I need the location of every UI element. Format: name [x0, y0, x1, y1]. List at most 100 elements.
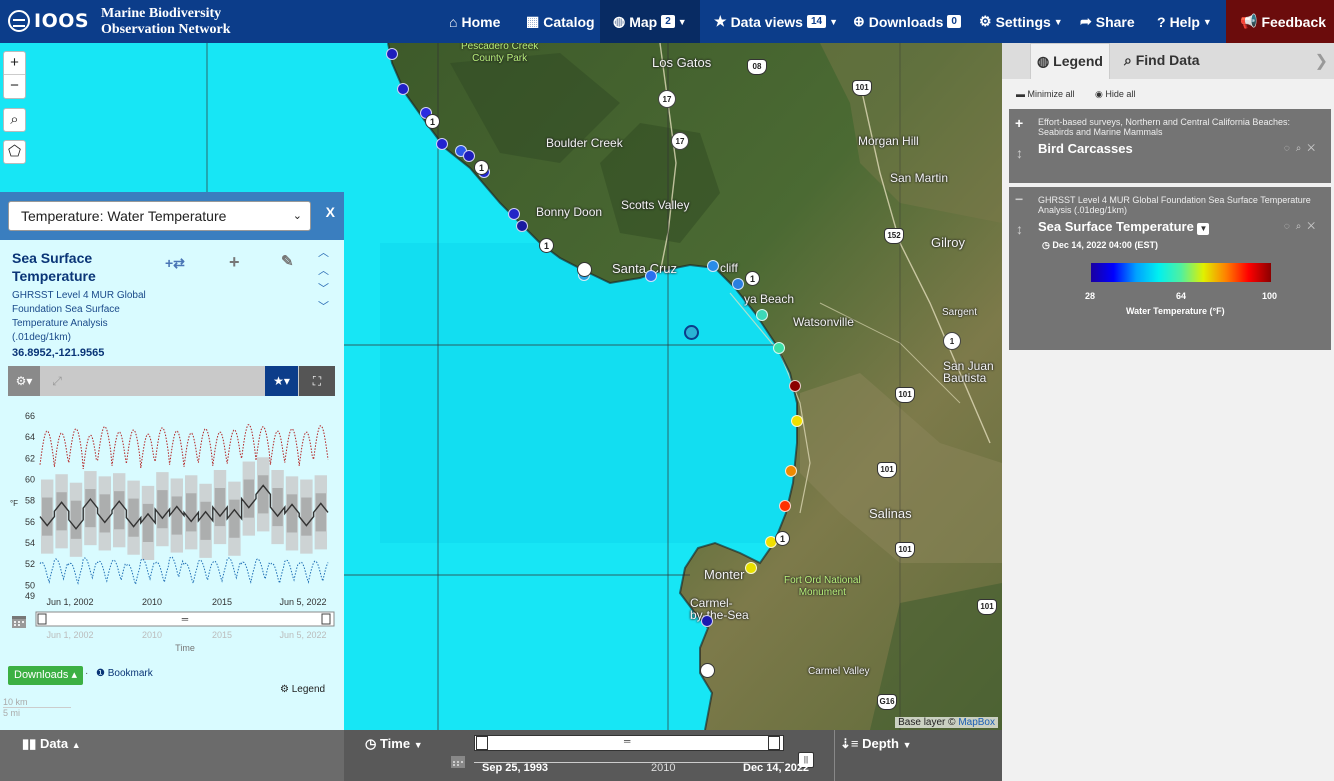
bottom-bar: ▮▮ Data ▲ ◷ Time ▼ || || ═ || Sep 25, 19… — [0, 730, 1002, 781]
expand-button[interactable]: ⤢ — [40, 366, 74, 396]
chevron-down-icon[interactable]: ﹀ — [318, 298, 329, 316]
nav-data-views-badge: 14 — [806, 15, 827, 28]
interquartile-band — [286, 494, 298, 533]
station-dot[interactable] — [397, 83, 409, 95]
chevron-up-icon[interactable]: ︿ — [318, 244, 329, 262]
move-icon[interactable]: ↕ — [1016, 221, 1023, 237]
shuffle-icon: +⇄ — [165, 255, 185, 271]
minimize-all-button[interactable]: ▬ Minimize all — [1016, 89, 1075, 99]
y-tick-label: 49 — [25, 591, 35, 601]
range-start-handle[interactable] — [37, 613, 47, 625]
chevron-down-icon[interactable]: ﹀ — [318, 280, 329, 298]
station-dot[interactable] — [508, 208, 520, 220]
shuffle-button[interactable]: +⇄ — [165, 252, 185, 273]
variable-select[interactable]: Temperature: Water Temperature ⌄ — [8, 201, 311, 231]
cluster-marker[interactable] — [700, 663, 715, 678]
zoom-layer-icon[interactable]: ⌕ — [1296, 143, 1308, 154]
time-start-handle[interactable]: || — [476, 736, 488, 750]
ioos-logo[interactable]: IOOS — [8, 9, 89, 33]
calendar-icon[interactable] — [11, 613, 27, 629]
cluster-marker[interactable]: 1 — [539, 238, 554, 253]
label-san-juan-bautista: San Juan Bautista — [943, 359, 994, 385]
depth-dropdown[interactable]: ⇣≡ Depth ▼ — [840, 736, 912, 752]
close-panel-button[interactable]: X — [326, 204, 335, 220]
nav-settings[interactable]: ⚙ Settings ▼ — [979, 0, 1063, 43]
station-dot[interactable] — [791, 415, 803, 427]
nav-share[interactable]: ➦ Share — [1080, 0, 1135, 43]
station-dot[interactable] — [779, 500, 791, 512]
collapse-layer-button[interactable]: − — [1015, 191, 1023, 207]
chevron-down-icon: ▼ — [902, 740, 912, 750]
station-dot[interactable] — [732, 278, 744, 290]
nav-data-views[interactable]: ★ Data views 14 ▼ — [714, 0, 838, 43]
cluster-marker[interactable]: 1 — [425, 114, 440, 129]
station-dot[interactable] — [516, 220, 528, 232]
label-capitola: cliff — [720, 261, 738, 275]
cluster-marker[interactable]: 1 — [474, 160, 489, 175]
time-end-handle[interactable]: || — [768, 736, 780, 750]
layer-filter-button[interactable]: ⬠ — [3, 140, 26, 164]
selected-point-marker[interactable] — [684, 325, 699, 340]
mapbox-link[interactable]: MapBox — [958, 717, 995, 728]
data-tab-label: Data — [39, 736, 69, 751]
station-dot[interactable] — [756, 309, 768, 321]
close-layer-icon[interactable]: ✕ — [1307, 221, 1321, 232]
zoom-out-button[interactable]: − — [4, 75, 25, 97]
time-start-label: Sep 25, 1993 — [482, 762, 549, 774]
station-dot[interactable] — [701, 615, 713, 627]
cluster-marker[interactable] — [577, 262, 592, 277]
eye-icon[interactable]: ◌ — [1284, 143, 1296, 154]
station-dot[interactable] — [707, 260, 719, 272]
station-dot[interactable] — [785, 465, 797, 477]
label-carmel-valley: Carmel Valley — [808, 666, 870, 677]
station-dot[interactable] — [745, 562, 757, 574]
range-end-handle[interactable] — [321, 613, 331, 625]
nav-catalog[interactable]: ▦ Catalog — [526, 0, 595, 43]
close-layer-icon[interactable]: ✕ — [1307, 143, 1321, 154]
expand-layer-button[interactable]: + — [1015, 115, 1023, 131]
label-salinas: Salinas — [869, 506, 912, 521]
nav-feedback[interactable]: 📢 Feedback — [1226, 0, 1334, 43]
x-tick-label: 2015 — [212, 597, 232, 607]
nav-home[interactable]: ⌂ Home — [449, 0, 500, 43]
nav-help[interactable]: ? Help ▼ — [1157, 0, 1212, 43]
station-dot[interactable] — [463, 150, 475, 162]
layer-options-dropdown[interactable]: ▼ — [1197, 223, 1210, 235]
station-dot[interactable] — [789, 380, 801, 392]
legend-link[interactable]: ⚙ Legend — [280, 684, 325, 695]
chevron-right-icon[interactable]: ❯ — [1315, 51, 1328, 71]
cluster-marker[interactable]: 1 — [745, 271, 760, 286]
network-title-line1: Marine Biodiversity — [101, 6, 222, 21]
station-dot[interactable] — [645, 270, 657, 282]
bookmark-link[interactable]: ❶ Bookmark — [96, 668, 153, 679]
chevron-up-icon[interactable]: ︿ — [318, 262, 329, 280]
nav-map[interactable]: ◍ Map 2 ▼ — [600, 0, 700, 43]
favorite-button[interactable]: ★▾ — [265, 366, 298, 396]
zoom-layer-icon[interactable]: ⌕ — [1296, 221, 1308, 232]
station-dot[interactable] — [386, 48, 398, 60]
hide-all-button[interactable]: ◉ Hide all — [1095, 89, 1135, 99]
cluster-marker[interactable]: 1 — [775, 531, 790, 546]
chevron-down-icon: ▼ — [677, 16, 687, 27]
zoom-box-button[interactable]: ⌕ — [3, 108, 26, 132]
edit-button[interactable]: ✎ — [281, 252, 294, 270]
chart-settings-button[interactable]: ⚙▾ — [8, 366, 40, 396]
download-icon: ⊕ — [853, 13, 865, 29]
fullscreen-button[interactable]: ⛶ — [299, 366, 335, 396]
calendar-icon[interactable] — [451, 754, 465, 768]
add-button[interactable]: + — [229, 252, 240, 273]
tab-find-data[interactable]: ⌕ Find Data — [1124, 43, 1200, 79]
nav-downloads[interactable]: ⊕ Downloads 0 — [853, 0, 961, 43]
time-dropdown[interactable]: ◷ Time ▼ — [365, 736, 423, 752]
zoom-in-button[interactable]: + — [4, 52, 25, 75]
downloads-button[interactable]: Downloads ▴ — [8, 666, 84, 685]
eye-icon[interactable]: ◌ — [1284, 221, 1296, 232]
interquartile-band — [99, 494, 110, 533]
station-dot[interactable] — [436, 138, 448, 150]
station-dot[interactable] — [773, 342, 785, 354]
time-series-chart[interactable]: 4950 52 54 56 58 60 62 64 66 °F Jun 1, 2002 2010 201… — [0, 406, 344, 661]
move-icon[interactable]: ↕ — [1016, 145, 1023, 161]
time-dropdown-label: Time — [379, 736, 411, 751]
data-tab[interactable]: ▮▮ Data ▲ — [0, 730, 344, 781]
tab-legend[interactable]: ◍ Legend — [1030, 43, 1110, 79]
